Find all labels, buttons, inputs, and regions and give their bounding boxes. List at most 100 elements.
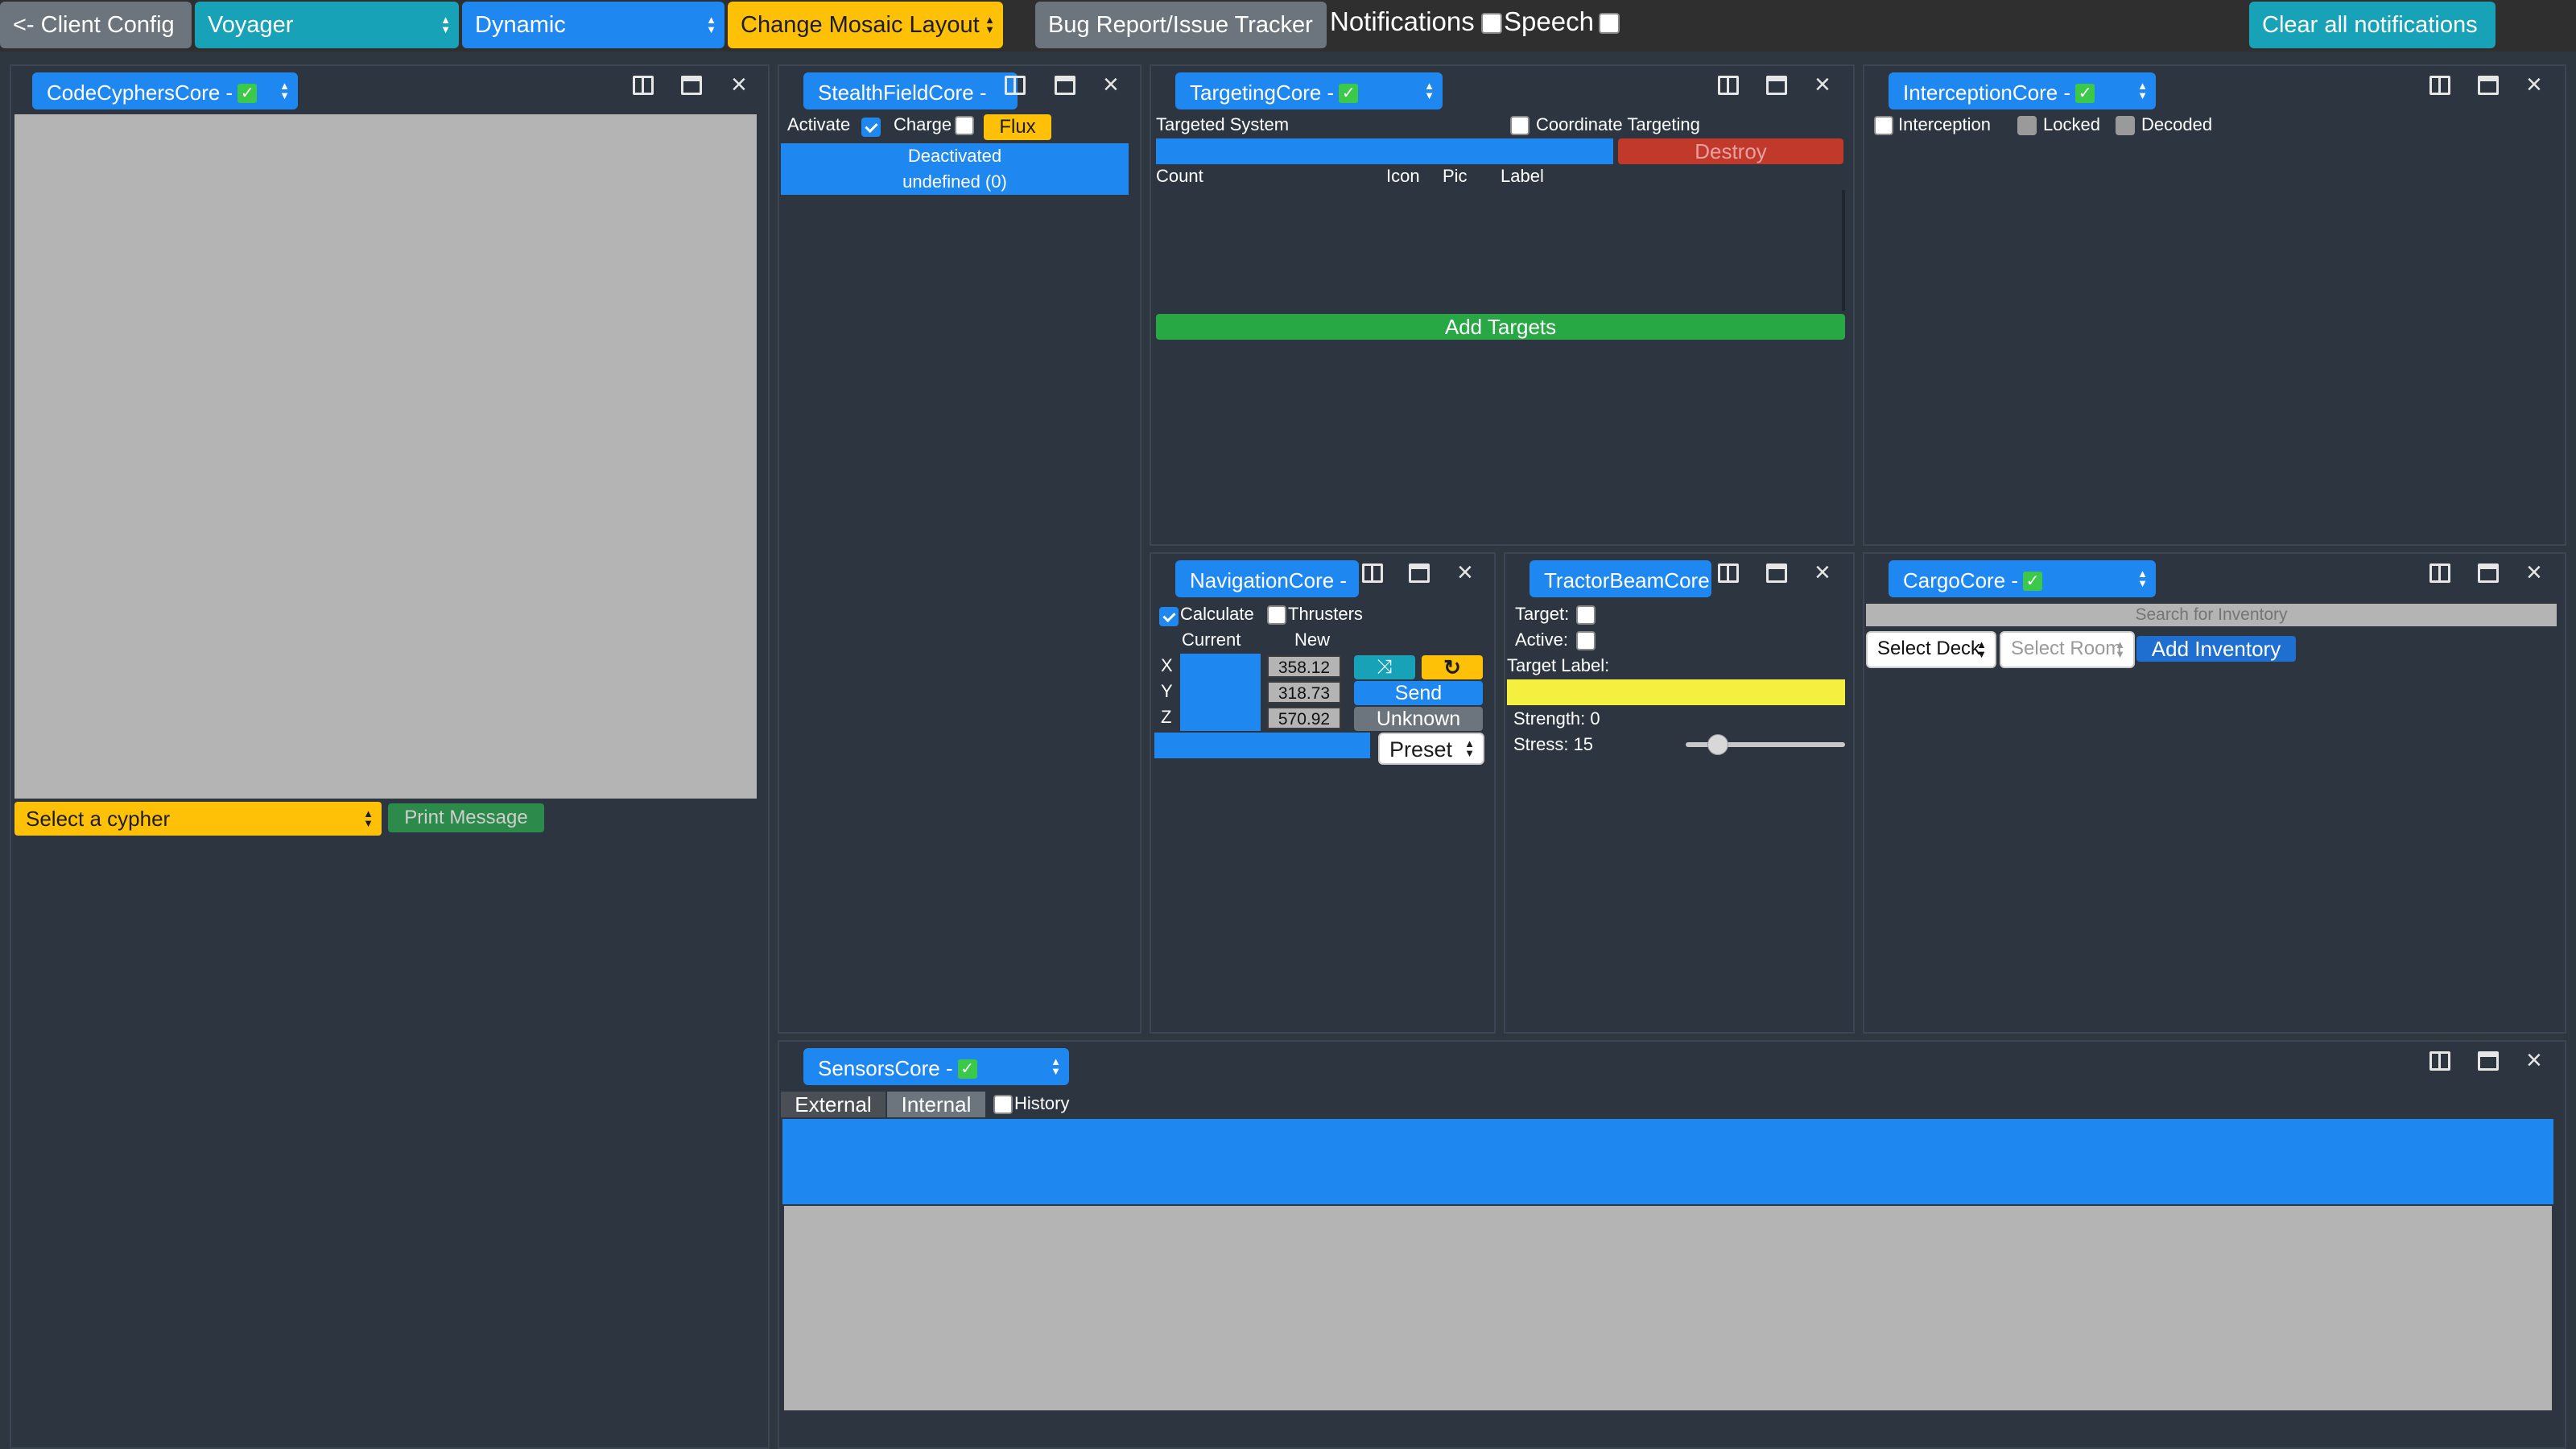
- close-icon[interactable]: ×: [731, 69, 747, 101]
- preset-select[interactable]: Preset ▲ ▼: [1378, 733, 1484, 765]
- thrusters-checkbox[interactable]: [1267, 605, 1286, 625]
- change-mosaic-layout-select[interactable]: Change Mosaic Layout ▲ ▼: [728, 2, 1003, 48]
- core-select-label: NavigationCore -: [1190, 568, 1348, 592]
- new-column-label: New: [1294, 630, 1331, 650]
- core-select[interactable]: TractorBeamCore: [1530, 560, 1711, 597]
- activate-checkbox[interactable]: [861, 118, 881, 138]
- select-arrows-icon: ▲ ▼: [1464, 737, 1475, 759]
- core-select[interactable]: StealthFieldCore -: [803, 72, 1018, 109]
- simulator-select[interactable]: Voyager ▲ ▼: [195, 2, 459, 48]
- split-window-icon[interactable]: [1362, 564, 1383, 583]
- targeted-system-label: Targeted System: [1156, 114, 1290, 134]
- close-icon[interactable]: ×: [1457, 557, 1473, 588]
- preset-select-label: Preset: [1389, 737, 1453, 762]
- targeted-system-select[interactable]: [1156, 138, 1613, 164]
- coordinate-targeting-checkbox[interactable]: [1510, 116, 1530, 135]
- room-select-label: Select Room: [2011, 638, 2122, 659]
- destroy-button[interactable]: Destroy: [1618, 138, 1843, 164]
- notifications-checkbox[interactable]: [1481, 13, 1502, 34]
- cypher-select[interactable]: Select a cypher ▲ ▼: [14, 802, 382, 836]
- add-inventory-button[interactable]: Add Inventory: [2136, 636, 2296, 662]
- maximize-window-icon[interactable]: [681, 76, 702, 95]
- split-window-icon[interactable]: [1718, 76, 1739, 95]
- stress-readout: Stress: 15: [1513, 734, 1594, 754]
- split-window-icon[interactable]: [1005, 76, 1026, 95]
- client-config-button[interactable]: <- Client Config: [0, 2, 192, 48]
- close-icon[interactable]: ×: [2526, 557, 2542, 588]
- randomize-button[interactable]: ⤨: [1354, 655, 1415, 679]
- tab-external[interactable]: External: [781, 1092, 886, 1117]
- sensor-output-area[interactable]: [784, 1206, 2552, 1410]
- cypher-message-area[interactable]: [14, 114, 757, 799]
- maximize-window-icon[interactable]: [2478, 1051, 2499, 1071]
- targets-list[interactable]: [1154, 190, 1845, 311]
- core-select[interactable]: InterceptionCore - ✓ ▲ ▼: [1889, 72, 2156, 109]
- close-icon[interactable]: ×: [1103, 69, 1119, 101]
- bug-report-button[interactable]: Bug Report/Issue Tracker: [1035, 2, 1327, 48]
- split-window-icon[interactable]: [1718, 564, 1739, 583]
- select-arrows-icon: ▲ ▼: [1051, 1055, 1061, 1077]
- maximize-window-icon[interactable]: [1766, 564, 1787, 583]
- col-icon: Icon: [1386, 166, 1420, 186]
- active-checkbox[interactable]: [1576, 631, 1596, 650]
- close-icon[interactable]: ×: [2526, 69, 2542, 101]
- new-x-input[interactable]: 358.12: [1267, 655, 1341, 678]
- panel-header: InterceptionCore - ✓ ▲ ▼ ×: [1864, 66, 2565, 114]
- layout-mode-select[interactable]: Dynamic ▲ ▼: [462, 2, 724, 48]
- inventory-search-input[interactable]: [1866, 604, 2557, 626]
- current-column-label: Current: [1182, 630, 1241, 650]
- split-window-icon[interactable]: [633, 76, 654, 95]
- current-y-field: [1180, 679, 1261, 705]
- new-y-input[interactable]: 318.73: [1267, 681, 1341, 704]
- unknown-button[interactable]: Unknown: [1354, 707, 1483, 731]
- reset-button[interactable]: ↻: [1422, 655, 1483, 679]
- split-window-icon[interactable]: [2429, 564, 2450, 583]
- history-checkbox[interactable]: [993, 1095, 1013, 1114]
- target-checkbox[interactable]: [1576, 605, 1596, 625]
- maximize-window-icon[interactable]: [1766, 76, 1787, 95]
- sensor-scan-bar[interactable]: [782, 1119, 2553, 1204]
- speech-label: Speech: [1504, 6, 1594, 36]
- speech-checkbox[interactable]: [1599, 13, 1620, 34]
- maximize-window-icon[interactable]: [1409, 564, 1430, 583]
- deck-select[interactable]: Select Deck ▲ ▼: [1866, 631, 1996, 668]
- core-select[interactable]: NavigationCore -: [1175, 560, 1359, 597]
- add-targets-button[interactable]: Add Targets: [1156, 314, 1845, 340]
- decoded-checkbox[interactable]: [2116, 116, 2135, 135]
- panel-header: SensorsCore - ✓ ▲ ▼ ×: [779, 1042, 2565, 1090]
- stress-slider[interactable]: [1686, 734, 1845, 755]
- top-toolbar: <- Client Config Voyager ▲ ▼ Dynamic ▲ ▼ C…: [0, 0, 2576, 52]
- interception-checkbox[interactable]: [1874, 116, 1893, 135]
- close-icon[interactable]: ×: [1814, 557, 1831, 588]
- split-window-icon[interactable]: [2429, 1051, 2450, 1071]
- close-icon[interactable]: ×: [2526, 1045, 2542, 1076]
- coordinate-targeting-label: Coordinate Targeting: [1536, 114, 1700, 134]
- core-select[interactable]: TargetingCore - ✓ ▲ ▼: [1175, 72, 1443, 109]
- stress-slider-thumb[interactable]: [1707, 734, 1728, 755]
- core-select[interactable]: CargoCore - ✓ ▲ ▼: [1889, 560, 2156, 597]
- charge-checkbox[interactable]: [955, 116, 974, 135]
- target-label-input[interactable]: [1507, 679, 1845, 705]
- calculate-label: Calculate: [1180, 604, 1254, 624]
- select-arrows-icon: ▲ ▼: [2137, 80, 2148, 101]
- course-select[interactable]: [1154, 733, 1370, 758]
- close-icon[interactable]: ×: [1814, 69, 1831, 101]
- core-select[interactable]: SensorsCore - ✓ ▲ ▼: [803, 1048, 1069, 1085]
- clear-notifications-button[interactable]: Clear all notifications: [2249, 2, 2496, 48]
- new-z-input[interactable]: 570.92: [1267, 707, 1341, 729]
- select-arrows-icon: ▲ ▼: [2115, 638, 2125, 660]
- calculate-checkbox[interactable]: [1159, 607, 1179, 627]
- core-select[interactable]: CodeCyphersCore - ✓ ▲ ▼: [32, 72, 298, 109]
- split-window-icon[interactable]: [2429, 76, 2450, 95]
- locked-checkbox[interactable]: [2017, 116, 2037, 135]
- room-select[interactable]: Select Room ▲ ▼: [2000, 631, 2135, 668]
- thrusters-label: Thrusters: [1288, 604, 1363, 624]
- flux-button[interactable]: Flux: [984, 114, 1051, 140]
- send-button[interactable]: Send: [1354, 681, 1483, 705]
- tab-internal[interactable]: Internal: [887, 1092, 985, 1117]
- maximize-window-icon[interactable]: [2478, 76, 2499, 95]
- print-message-button[interactable]: Print Message: [388, 803, 544, 832]
- panel-header: CargoCore - ✓ ▲ ▼ ×: [1864, 554, 2565, 602]
- maximize-window-icon[interactable]: [1055, 76, 1075, 95]
- maximize-window-icon[interactable]: [2478, 564, 2499, 583]
